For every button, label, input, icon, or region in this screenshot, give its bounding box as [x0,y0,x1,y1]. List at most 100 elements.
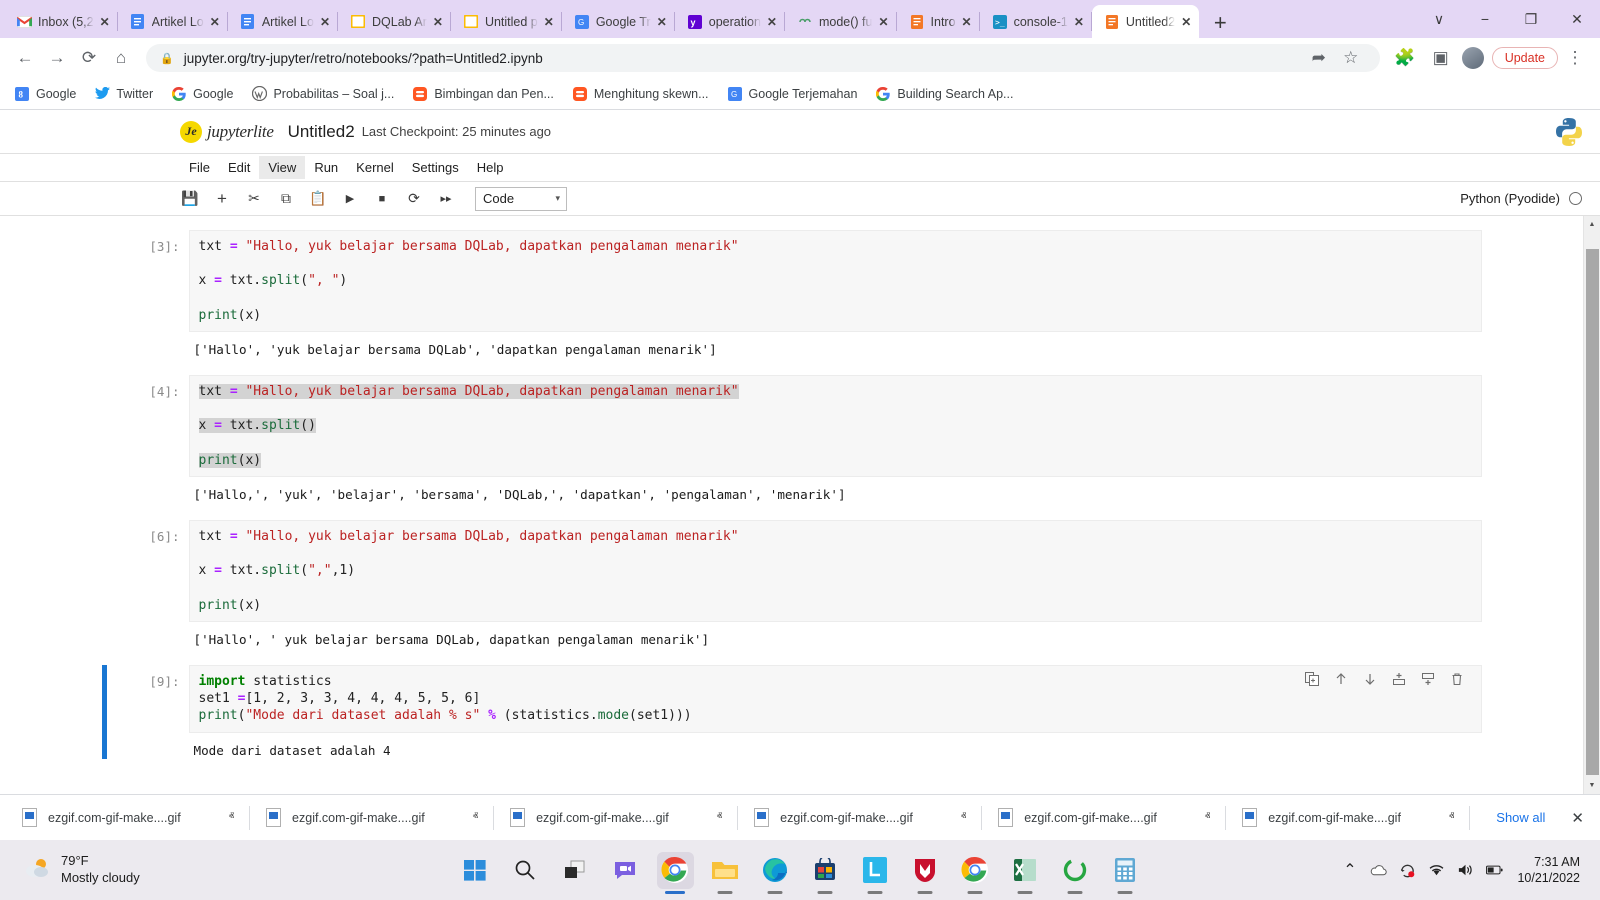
menu-edit[interactable]: Edit [219,156,259,179]
cell-editor[interactable]: txt = "Hallo, yuk belajar bersama DQLab,… [188,519,1482,622]
duplicate-cell-icon[interactable] [1305,671,1320,686]
download-item[interactable]: ezgif.com-gif-make....gif ⱏ [1226,801,1471,835]
notebook-title[interactable]: Untitled2 [288,122,355,142]
chat-button[interactable] [607,852,644,889]
bookmark-item[interactable]: Menghitung skewn... [572,86,709,102]
stop-button[interactable]: ■ [367,186,397,212]
avatar[interactable] [1461,47,1484,69]
close-tab-icon[interactable]: ✕ [657,15,667,29]
close-tab-icon[interactable]: ✕ [433,15,443,29]
chevron-up-icon[interactable]: ⱏ [961,811,966,824]
browser-tab[interactable]: >_ console-1 ✕ [980,5,1093,38]
download-item[interactable]: ezgif.com-gif-make....gif ⱏ [6,801,251,835]
mcafee-button[interactable] [907,852,944,889]
scrollbar-track[interactable] [1584,233,1600,777]
browser-tab[interactable]: Untitled2 ✕ [1091,5,1200,38]
scrollbar-thumb[interactable] [1586,249,1599,775]
close-tab-icon[interactable]: ✕ [544,15,554,29]
chevron-up-icon[interactable]: ⱏ [1449,811,1454,824]
excel-button[interactable] [1007,852,1044,889]
browser-tab[interactable]: Intro ✕ [897,5,980,38]
tab-search-button[interactable]: ∨ [1416,0,1462,38]
insert-cell-button[interactable]: + [207,186,237,212]
insert-cell-below-icon[interactable] [1421,671,1436,686]
copy-button[interactable]: ⧉ [271,186,301,212]
browser-tab[interactable]: Inbox (5,2 ✕ [4,5,118,38]
bookmark-item[interactable]: Bimbingan dan Pen... [412,86,554,102]
back-icon[interactable]: ← [10,43,40,73]
notebook-cell[interactable]: [4]: txt = "Hallo, yuk belajar bersama DQ… [102,374,1482,503]
close-tab-icon[interactable]: ✕ [210,15,220,29]
kebab-menu-icon[interactable]: ⋮ [1560,43,1590,73]
bookmark-item[interactable]: Google [171,86,233,102]
puzzle-icon[interactable]: 🧩 [1390,43,1420,73]
microsoft-store-button[interactable] [807,852,844,889]
cell-editor[interactable]: txt = "Hallo, yuk belajar bersama DQLab,… [188,230,1482,332]
browser-tab[interactable]: G Google Tr ✕ [562,5,675,38]
chevron-up-icon[interactable]: ⱏ [1205,811,1210,824]
move-cell-down-icon[interactable] [1363,671,1378,686]
browser-tab[interactable]: Artikel Lo ✕ [228,5,339,38]
browser-tab[interactable]: Artikel Lo ✕ [118,5,229,38]
chrome-second-button[interactable] [957,852,994,889]
maximize-button[interactable]: ❐ [1508,0,1554,38]
kernel-status[interactable]: Python (Pyodide) [1460,191,1600,206]
update-button[interactable]: Update [1491,47,1558,69]
bookmark-item[interactable]: Twitter [94,86,153,102]
side-panel-icon[interactable]: ▣ [1426,43,1456,73]
close-tab-icon[interactable]: ✕ [1181,15,1191,29]
close-tab-icon[interactable]: ✕ [767,15,777,29]
menu-settings[interactable]: Settings [403,156,468,179]
download-item[interactable]: ezgif.com-gif-make....gif ⱏ [738,801,983,835]
minimize-button[interactable]: − [1462,0,1508,38]
move-cell-up-icon[interactable] [1334,671,1349,686]
restart-kernel-button[interactable]: ⟳ [399,186,429,212]
new-tab-button[interactable]: + [1205,8,1235,38]
app-l-button[interactable] [857,852,894,889]
ring-app-button[interactable] [1057,852,1094,889]
browser-tab[interactable]: mode() fu ✕ [785,5,897,38]
close-tab-icon[interactable]: ✕ [320,15,330,29]
bookmark-item[interactable]: Probabilitas – Soal j... [251,86,394,102]
bookmark-item[interactable]: 8 Google [14,86,76,102]
restart-run-all-button[interactable]: ▸▸ [431,186,461,212]
reload-icon[interactable]: ⟳ [74,43,104,73]
menu-help[interactable]: Help [468,156,513,179]
menu-view[interactable]: View [259,156,306,179]
chrome-button[interactable] [656,851,694,889]
task-view-button[interactable] [557,852,594,889]
file-explorer-button[interactable] [707,852,744,889]
download-item[interactable]: ezgif.com-gif-make....gif ⱏ [250,801,495,835]
cell-type-select[interactable]: Code ▾ [475,186,567,211]
save-button[interactable]: 💾 [175,186,205,212]
jupyterlite-logo[interactable]: Je jupyterlite [180,120,274,143]
address-bar[interactable]: 🔒 jupyter.org/try-jupyter/retro/notebook… [146,44,1380,72]
browser-tab[interactable]: y operation ✕ [675,5,786,38]
notebook-cell[interactable]: [3]: txt = "Hallo, yuk belajar bersama DQ… [102,230,1482,358]
insert-cell-above-icon[interactable] [1392,671,1407,686]
close-download-shelf-button[interactable]: ✕ [1571,809,1594,827]
menu-kernel[interactable]: Kernel [347,156,403,179]
browser-tab[interactable]: DQLab Ar ✕ [338,5,451,38]
menu-file[interactable]: File [180,156,219,179]
paste-button[interactable]: 📋 [303,186,333,212]
delete-cell-icon[interactable] [1450,671,1465,686]
chevron-up-icon[interactable]: ⱏ [473,811,478,824]
close-tab-icon[interactable]: ✕ [878,15,888,29]
cut-button[interactable]: ✂ [239,186,269,212]
close-tab-icon[interactable]: ✕ [1074,15,1084,29]
home-icon[interactable]: ⌂ [106,43,136,73]
vertical-scrollbar[interactable]: ▲ ▼ [1583,216,1600,794]
cell-editor[interactable]: import statistics set1 =[1, 2, 3, 3, 4, 4… [188,664,1482,733]
close-window-button[interactable]: ✕ [1554,0,1600,38]
search-button[interactable] [507,852,544,889]
download-item[interactable]: ezgif.com-gif-make....gif ⱏ [494,801,739,835]
scroll-up-arrow[interactable]: ▲ [1584,216,1600,233]
share-icon[interactable]: ➦ [1304,43,1334,73]
menu-run[interactable]: Run [305,156,347,179]
close-tab-icon[interactable]: ✕ [100,15,110,29]
notebook-cell[interactable]: [6]: txt = "Hallo, yuk belajar bersama DQ… [102,519,1482,648]
download-item[interactable]: ezgif.com-gif-make....gif ⱏ [982,801,1227,835]
run-button[interactable]: ▶ [335,186,365,212]
show-all-downloads-button[interactable]: Show all [1484,804,1557,831]
